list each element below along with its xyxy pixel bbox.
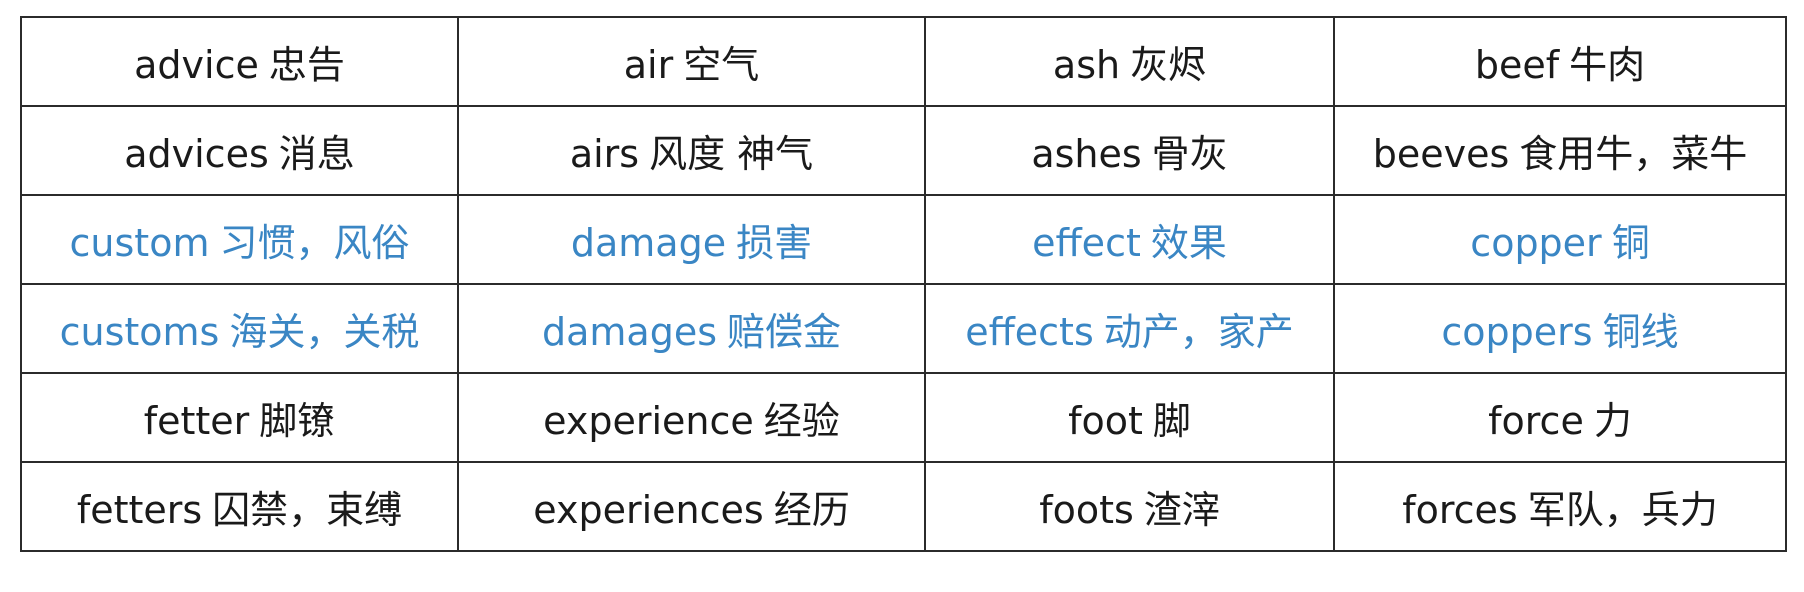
table-cell: ash 灰烬: [924, 16, 1335, 107]
english-word: force: [1488, 399, 1584, 443]
chinese-meaning: 空气: [683, 43, 760, 87]
chinese-meaning: 损害: [736, 221, 813, 265]
chinese-meaning: 习惯，风俗: [219, 221, 410, 265]
english-word: forces: [1402, 488, 1518, 532]
table-row: customs 海关，关税 damages 赔偿金 effects 动产，家产 cop…: [20, 283, 1787, 374]
table-cell: experiences 经历: [457, 461, 926, 552]
table-cell: advices 消息: [20, 105, 459, 196]
table-row: fetter 脚镣 experience 经验 foot 脚 force 力: [20, 372, 1787, 463]
english-word: copper: [1470, 221, 1602, 265]
english-word: customs: [59, 310, 220, 354]
english-word: fetter: [143, 399, 250, 443]
table-cell: air 空气: [457, 16, 926, 107]
table-cell: airs 风度 神气: [457, 105, 926, 196]
table-cell: force 力: [1333, 372, 1787, 463]
english-word: damage: [570, 221, 727, 265]
chinese-meaning: 消息: [278, 132, 355, 176]
chinese-meaning: 力: [1593, 399, 1632, 443]
table-cell: experience 经验: [457, 372, 926, 463]
english-word: ashes: [1031, 132, 1142, 176]
english-word: custom: [69, 221, 210, 265]
table-row: advice 忠告 air 空气 ash 灰烬 beef 牛肉: [20, 16, 1787, 107]
english-word: experiences: [533, 488, 764, 532]
chinese-meaning: 渣滓: [1143, 488, 1220, 532]
chinese-meaning: 效果: [1150, 221, 1227, 265]
table-cell: custom 习惯，风俗: [20, 194, 459, 285]
english-word: beeves: [1372, 132, 1510, 176]
chinese-meaning: 灰烬: [1130, 43, 1207, 87]
vocabulary-table: advice 忠告 air 空气 ash 灰烬 beef 牛肉 advices 消息 ai…: [20, 16, 1787, 552]
chinese-meaning: 脚镣: [259, 399, 336, 443]
table-cell: effect 效果: [924, 194, 1335, 285]
table-cell: damage 损害: [457, 194, 926, 285]
english-word: airs: [569, 132, 640, 176]
english-word: effect: [1032, 221, 1141, 265]
table-cell: damages 赔偿金: [457, 283, 926, 374]
english-word: effects: [965, 310, 1094, 354]
table-cell: effects 动产，家产: [924, 283, 1335, 374]
table-cell: foot 脚: [924, 372, 1335, 463]
chinese-meaning: 经验: [763, 399, 840, 443]
chinese-meaning: 海关，关税: [229, 310, 420, 354]
english-word: advice: [134, 43, 259, 87]
table-cell: foots 渣滓: [924, 461, 1335, 552]
english-word: beef: [1474, 43, 1560, 87]
chinese-meaning: 脚: [1152, 399, 1191, 443]
chinese-meaning: 军队，兵力: [1527, 488, 1718, 532]
english-word: ash: [1052, 43, 1121, 87]
chinese-meaning: 铜: [1611, 221, 1650, 265]
chinese-meaning: 牛肉: [1569, 43, 1646, 87]
chinese-meaning: 食用牛，菜牛: [1519, 132, 1748, 176]
table-cell: beeves 食用牛，菜牛: [1333, 105, 1787, 196]
table-cell: beef 牛肉: [1333, 16, 1787, 107]
chinese-meaning: 骨灰: [1151, 132, 1228, 176]
chinese-meaning: 忠告: [268, 43, 345, 87]
table-row: custom 习惯，风俗 damage 损害 effect 效果 copper 铜: [20, 194, 1787, 285]
table-cell: fetters 囚禁，束缚: [20, 461, 459, 552]
chinese-meaning: 经历: [773, 488, 850, 532]
english-word: experience: [543, 399, 754, 443]
english-word: air: [623, 43, 674, 87]
table-cell: fetter 脚镣: [20, 372, 459, 463]
english-word: advices: [124, 132, 269, 176]
chinese-meaning: 铜线: [1602, 310, 1679, 354]
english-word: fetters: [76, 488, 203, 532]
table-row: advices 消息 airs 风度 神气 ashes 骨灰 beeves 食用牛，菜牛: [20, 105, 1787, 196]
english-word: foot: [1068, 399, 1143, 443]
chinese-meaning: 动产，家产: [1103, 310, 1294, 354]
chinese-meaning: 赔偿金: [727, 310, 842, 354]
table-cell: forces 军队，兵力: [1333, 461, 1787, 552]
table-cell: coppers 铜线: [1333, 283, 1787, 374]
english-word: coppers: [1441, 310, 1593, 354]
table-cell: advice 忠告: [20, 16, 459, 107]
table-cell: ashes 骨灰: [924, 105, 1335, 196]
english-word: damages: [541, 310, 717, 354]
english-word: foots: [1039, 488, 1134, 532]
table-cell: copper 铜: [1333, 194, 1787, 285]
chinese-meaning: 风度 神气: [649, 132, 814, 176]
table-row: fetters 囚禁，束缚 experiences 经历 foots 渣滓 force…: [20, 461, 1787, 552]
table-cell: customs 海关，关税: [20, 283, 459, 374]
chinese-meaning: 囚禁，束缚: [212, 488, 403, 532]
